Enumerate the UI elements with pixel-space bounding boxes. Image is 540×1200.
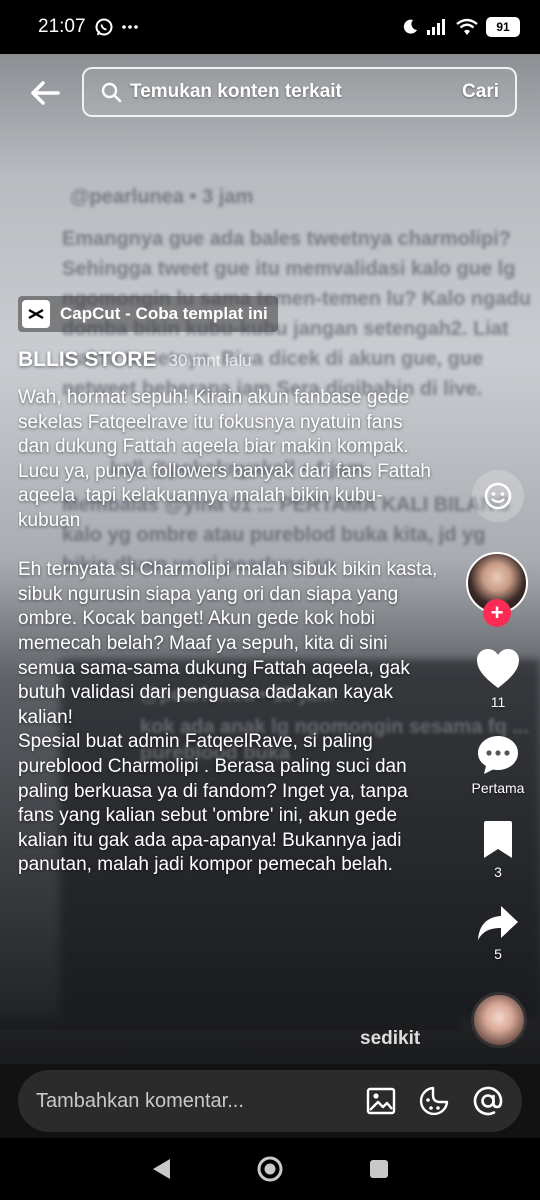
status-time: 21:07 (38, 16, 86, 37)
capcut-label: CapCut - Coba templat ini (60, 304, 268, 323)
nav-back-icon[interactable] (150, 1157, 172, 1181)
search-icon (101, 82, 122, 103)
mention-icon[interactable] (472, 1085, 504, 1117)
share-count: 5 (494, 946, 502, 962)
nav-recents-icon[interactable] (368, 1158, 390, 1180)
post-time: 30 mnt lalu (168, 351, 252, 370)
follow-button[interactable]: + (483, 599, 511, 627)
status-bar: 21:07 91 (0, 0, 540, 54)
show-less-link[interactable]: sedikit (360, 1028, 420, 1050)
search-button[interactable]: Cari (462, 81, 499, 103)
heart-icon (477, 649, 519, 688)
author-row: BLLIS STORE 30 mnt lalu (18, 348, 252, 372)
post-caption[interactable]: Wah, hormat sepuh! Kirain akun fanbase g… (18, 386, 438, 1026)
like-button[interactable]: 11 (472, 648, 524, 710)
system-nav-bar (0, 1138, 540, 1200)
comment-count: Pertama (471, 780, 525, 796)
emoji-reaction-button[interactable] (472, 470, 524, 522)
music-disc[interactable] (471, 992, 527, 1048)
battery-indicator: 91 (486, 17, 520, 37)
moon-icon (403, 19, 417, 34)
bookmark-button[interactable]: 3 (472, 820, 524, 880)
bookmark-icon (484, 821, 512, 858)
comment-icon (478, 736, 518, 774)
emoji-icon (484, 482, 512, 510)
comment-button[interactable]: Pertama (462, 734, 534, 796)
more-notifications-icon (121, 25, 138, 29)
search-placeholder: Temukan konten terkait (130, 81, 342, 102)
back-arrow-icon[interactable] (28, 76, 62, 110)
share-icon (478, 906, 518, 940)
nav-home-icon[interactable] (256, 1155, 284, 1183)
share-button[interactable]: 5 (472, 904, 524, 962)
like-count: 11 (490, 694, 506, 710)
signal-icon (427, 19, 445, 35)
capcut-logo-icon (22, 300, 50, 328)
capcut-template-link[interactable]: CapCut - Coba templat ini (18, 296, 278, 332)
comment-input[interactable]: Tambahkan komentar... (18, 1070, 522, 1132)
whatsapp-icon (95, 18, 113, 36)
author-name[interactable]: BLLIS STORE (18, 348, 156, 372)
bookmark-count: 3 (494, 864, 502, 880)
wifi-icon (456, 18, 478, 35)
sticker-icon[interactable] (418, 1085, 450, 1117)
comment-placeholder: Tambahkan komentar... (36, 1089, 244, 1112)
search-input[interactable]: Temukan konten terkait Cari (82, 67, 517, 117)
image-icon[interactable] (366, 1087, 396, 1115)
